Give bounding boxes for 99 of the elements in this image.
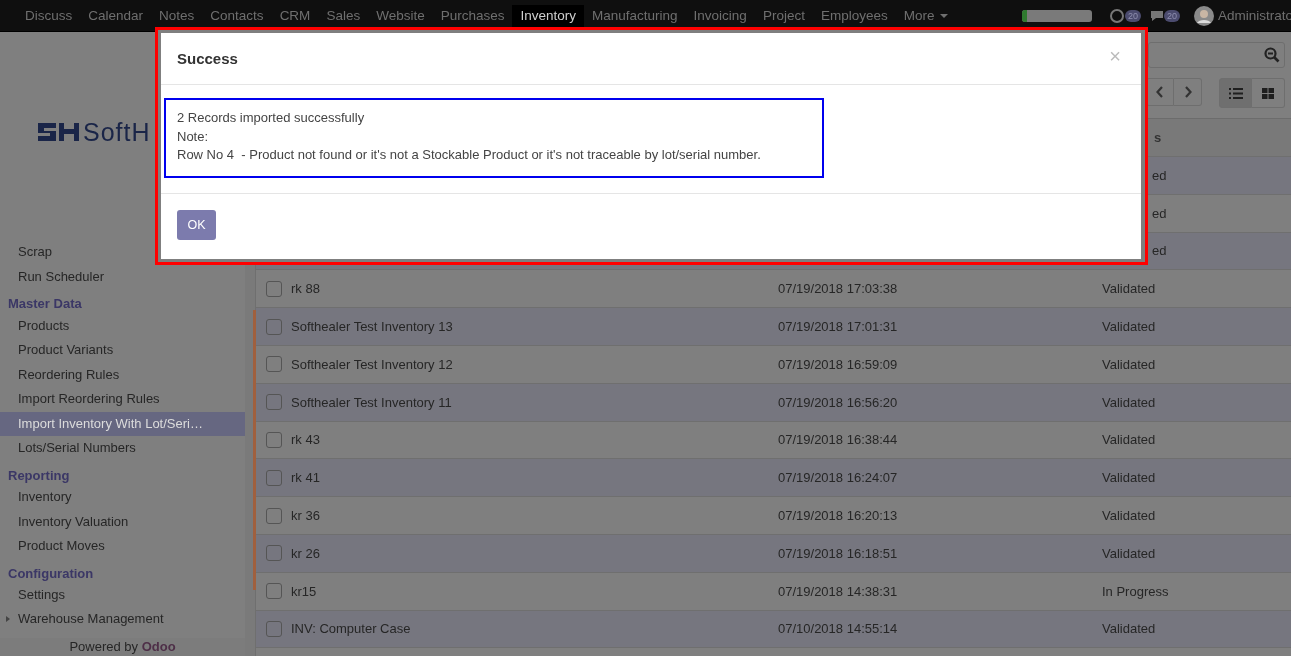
row-checkbox[interactable] bbox=[265, 356, 282, 373]
table-cell-text: ed bbox=[1151, 167, 1167, 183]
table-cell-text: kr 26 bbox=[291, 545, 321, 561]
sidebar-item[interactable]: Import Inventory With Lot/Seri… bbox=[0, 411, 245, 436]
previous-button[interactable] bbox=[1146, 78, 1174, 106]
table-cell-text: ed bbox=[1151, 205, 1167, 221]
table-cell-text: 07/19/2018 17:03:38 bbox=[778, 281, 899, 297]
chat-icon[interactable] bbox=[1150, 10, 1163, 21]
app-menu-item[interactable]: Inventory bbox=[512, 4, 584, 27]
message-line: Note: bbox=[177, 127, 210, 146]
sidebar-item[interactable]: Reordering Rules bbox=[0, 362, 245, 387]
table-cell-text: 07/10/2018 14:55:14 bbox=[778, 621, 899, 637]
table-cell-text: 07/19/2018 16:59:09 bbox=[778, 356, 899, 372]
table-cell-text: rk 88 bbox=[291, 281, 321, 297]
app-menu-item[interactable]: Website bbox=[368, 4, 433, 27]
table-cell: Validated bbox=[1102, 356, 1156, 372]
app-menu-item[interactable]: Manufacturing bbox=[584, 4, 686, 27]
sidebar-item[interactable]: Inventory bbox=[0, 485, 245, 510]
sidebar-item[interactable]: Product Moves bbox=[0, 534, 245, 559]
avatar-icon[interactable] bbox=[1193, 5, 1214, 26]
table-cell-text: INV: Computer Case bbox=[291, 621, 412, 637]
table-cell-text: 07/19/2018 17:01:31 bbox=[778, 319, 899, 335]
table-cell: In Progress bbox=[1102, 583, 1169, 599]
table-cell-text: ed bbox=[1151, 243, 1167, 259]
sidebar-item[interactable]: Product Variants bbox=[0, 338, 245, 363]
app-menu-item[interactable]: Employees bbox=[812, 4, 896, 27]
table-cell: Validated bbox=[1102, 281, 1156, 297]
table-cell: Validated bbox=[1102, 470, 1156, 486]
list-view-button[interactable] bbox=[1219, 78, 1252, 108]
app-menu-item[interactable]: Invoicing bbox=[685, 4, 755, 27]
powered-by-text: Powered by bbox=[69, 639, 139, 654]
app-menu-item[interactable]: Notes bbox=[151, 4, 203, 27]
kanban-view-button[interactable] bbox=[1252, 78, 1285, 108]
sidebar-item[interactable]: Products bbox=[0, 313, 245, 338]
table-cell-text: 07/19/2018 16:20:13 bbox=[778, 508, 899, 524]
row-checkbox[interactable] bbox=[265, 280, 282, 297]
dialog-title: Success bbox=[177, 50, 238, 67]
table-cell-text: 07/19/2018 14:38:31 bbox=[778, 583, 899, 599]
activity-badge: 20 bbox=[1124, 9, 1141, 22]
company-logo-text: SoftH bbox=[83, 117, 151, 147]
odoo-link[interactable]: Odoo bbox=[141, 639, 176, 654]
menu-section-heading: Master Data bbox=[7, 295, 83, 313]
table-cell-text: rk 43 bbox=[291, 432, 321, 448]
table-cell-text: Softhealer Test Inventory 13 bbox=[291, 319, 454, 335]
table-cell: Validated bbox=[1102, 394, 1156, 410]
sidebar-item[interactable]: Settings bbox=[0, 583, 245, 608]
row-checkbox[interactable] bbox=[265, 318, 282, 335]
app-menu-item[interactable]: Sales bbox=[318, 4, 369, 27]
row-checkbox[interactable] bbox=[265, 469, 282, 486]
app-menu-item[interactable]: Calendar bbox=[80, 4, 152, 27]
app-menu-item[interactable]: Contacts bbox=[202, 4, 272, 27]
expand-icon[interactable] bbox=[6, 615, 10, 622]
sidebar-item[interactable]: Lots/Serial Numbers bbox=[0, 436, 245, 461]
table-cell: Validated bbox=[1102, 508, 1156, 524]
table-cell-text: kr15 bbox=[291, 583, 318, 599]
message-line: 2 Records imported successfully bbox=[177, 109, 366, 127]
scrollbar-thumb[interactable] bbox=[253, 310, 256, 590]
app-menu-item[interactable]: Purchases bbox=[432, 4, 513, 27]
row-checkbox[interactable] bbox=[265, 583, 282, 600]
app-menu-item[interactable]: CRM bbox=[271, 4, 319, 27]
table-cell: Validated bbox=[1102, 319, 1156, 335]
table-cell: Validated bbox=[1102, 432, 1156, 448]
sidebar-item[interactable]: Inventory Valuation bbox=[0, 509, 245, 534]
table-cell: Validated bbox=[1102, 545, 1156, 561]
row-checkbox[interactable] bbox=[265, 507, 282, 524]
sidebar-item[interactable]: Run Scheduler bbox=[0, 264, 245, 289]
table-cell-text: 07/19/2018 16:38:44 bbox=[778, 432, 899, 448]
search-field[interactable] bbox=[1148, 42, 1285, 68]
table-cell-text: kr 36 bbox=[291, 508, 321, 524]
table-cell-text: 07/19/2018 16:24:07 bbox=[778, 470, 899, 486]
app-menu-item[interactable]: Discuss bbox=[17, 4, 81, 27]
sidebar-item[interactable]: Warehouse Management bbox=[18, 611, 164, 626]
list-icon bbox=[1228, 87, 1243, 99]
table-cell: Validated bbox=[1102, 621, 1156, 637]
table-cell-text: Softhealer Test Inventory 12 bbox=[291, 356, 454, 372]
row-checkbox[interactable] bbox=[265, 620, 282, 637]
clock-icon[interactable] bbox=[1109, 8, 1124, 23]
chevron-left-icon bbox=[1156, 86, 1164, 98]
table-cell-text: Softhealer Test Inventory 11 bbox=[291, 394, 453, 410]
row-checkbox[interactable] bbox=[265, 394, 282, 411]
menu-section-heading: Configuration bbox=[7, 564, 95, 583]
sidebar-item[interactable]: Import Reordering Rules bbox=[0, 387, 245, 412]
table-cell-text: 07/19/2018 16:56:20 bbox=[778, 394, 899, 410]
next-button[interactable] bbox=[1174, 78, 1202, 106]
caret-icon bbox=[940, 13, 949, 18]
table-cell-text: 07/19/2018 16:18:51 bbox=[778, 545, 899, 561]
menu-section-heading: Reporting bbox=[7, 466, 71, 485]
message-line: Row No 4 - Product not found or it's not a Stockable Product or it's not traceable by lot/serial number. bbox=[177, 146, 762, 164]
column-header[interactable]: s bbox=[1154, 130, 1162, 145]
table-cell-text: rk 41 bbox=[291, 470, 321, 486]
messages-badge: 20 bbox=[1163, 9, 1180, 22]
chevron-right-icon bbox=[1183, 86, 1192, 98]
zoom-out-icon[interactable] bbox=[1264, 47, 1280, 63]
app-menu-item[interactable]: Project bbox=[754, 4, 813, 27]
row-checkbox[interactable] bbox=[265, 431, 282, 448]
grid-icon bbox=[1262, 87, 1274, 99]
more-menu[interactable]: More bbox=[895, 4, 957, 27]
row-checkbox[interactable] bbox=[265, 545, 282, 562]
ok-button[interactable]: OK bbox=[177, 210, 216, 240]
